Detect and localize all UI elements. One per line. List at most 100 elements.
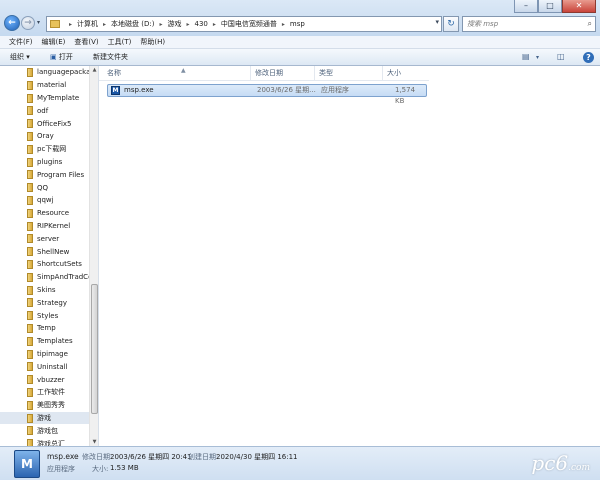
nav-folder-label: ShortcutSets bbox=[37, 260, 82, 269]
nav-folder-item[interactable]: 工作软件 bbox=[0, 386, 89, 399]
file-row[interactable]: M msp.exe 2003/6/26 星期... 应用程序 1,574 KB bbox=[107, 84, 427, 105]
view-options-dropdown-icon[interactable]: ▾ bbox=[536, 54, 539, 61]
recent-pages-dropdown-icon[interactable]: ▾ bbox=[37, 19, 40, 26]
menu-edit[interactable]: 编辑(E) bbox=[42, 36, 66, 48]
nav-folder-label: 美图秀秀 bbox=[37, 401, 65, 410]
command-toolbar: 组织 ▾ ▣ 打开 新建文件夹 ▤ ▾ ◫ ? bbox=[0, 49, 600, 66]
nav-folder-item[interactable]: ShortcutSets bbox=[0, 258, 89, 271]
breadcrumb-item[interactable]: 中国电信宽频通普 bbox=[221, 19, 277, 29]
file-list[interactable]: 名称 ▲ 修改日期 类型 大小 M msp.exe 2003/6/26 星期..… bbox=[98, 66, 600, 446]
column-date[interactable]: 修改日期 bbox=[251, 66, 315, 81]
menu-file[interactable]: 文件(F) bbox=[9, 36, 33, 48]
nav-scrollbar[interactable]: ▲ ▼ bbox=[89, 66, 98, 446]
folder-icon bbox=[27, 221, 33, 231]
menu-help[interactable]: 帮助(H) bbox=[140, 36, 165, 48]
address-field[interactable]: ▸ 计算机 ▸ 本地磁盘 (D:) ▸ 游戏 ▸ 430 ▸ 中国电信宽频通普 … bbox=[46, 16, 442, 32]
nav-folder-item[interactable]: vbuzzer bbox=[0, 373, 89, 386]
folder-icon bbox=[27, 298, 33, 308]
details-pane: M msp.exe 修改日期: 2003/6/26 星期四 20:41 创建日期… bbox=[0, 446, 600, 480]
nav-folder-item[interactable]: QQ bbox=[0, 181, 89, 194]
folder-icon bbox=[27, 119, 33, 129]
file-size: 1,574 KB bbox=[395, 86, 416, 105]
breadcrumb-item[interactable]: 计算机 bbox=[77, 19, 98, 29]
open-button[interactable]: ▣ 打开 bbox=[50, 49, 73, 66]
column-name-label: 名称 bbox=[107, 69, 121, 77]
nav-folder-item[interactable]: Uninstall bbox=[0, 360, 89, 373]
chevron-right-icon[interactable]: ▸ bbox=[69, 21, 72, 28]
nav-folder-label: 工作软件 bbox=[37, 388, 65, 397]
chevron-right-icon[interactable]: ▸ bbox=[103, 21, 106, 28]
nav-folder-item[interactable]: 游戏总汇 bbox=[0, 437, 89, 446]
nav-folder-item[interactable]: Templates bbox=[0, 335, 89, 348]
nav-folder-item[interactable]: 游戏包 bbox=[0, 424, 89, 437]
address-dropdown-icon[interactable]: ▾ bbox=[435, 18, 439, 26]
nav-folder-item[interactable]: server bbox=[0, 232, 89, 245]
nav-folder-item[interactable]: Temp bbox=[0, 322, 89, 335]
menu-view[interactable]: 查看(V) bbox=[74, 36, 98, 48]
scrollbar-thumb[interactable] bbox=[91, 284, 98, 414]
nav-folder-label: material bbox=[37, 81, 67, 90]
breadcrumb-item[interactable]: 430 bbox=[195, 20, 208, 28]
nav-folder-item[interactable]: pc下载网 bbox=[0, 143, 89, 156]
menu-bar: 文件(F) 编辑(E) 查看(V) 工具(T) 帮助(H) bbox=[0, 36, 600, 49]
search-input[interactable]: 搜索 msp ⌕ bbox=[462, 16, 596, 32]
forward-button[interactable]: → bbox=[21, 16, 35, 30]
nav-folder-item[interactable]: MyTemplate bbox=[0, 92, 89, 105]
nav-folder-item[interactable]: Styles bbox=[0, 309, 89, 322]
nav-folder-item[interactable]: ShellNew bbox=[0, 245, 89, 258]
nav-folder-item[interactable]: tipimage bbox=[0, 348, 89, 361]
open-label: 打开 bbox=[58, 53, 73, 61]
nav-folder-item[interactable]: Resource bbox=[0, 207, 89, 220]
folder-icon bbox=[27, 157, 33, 167]
file-name: msp.exe bbox=[124, 86, 154, 94]
nav-folder-item[interactable]: Skins bbox=[0, 284, 89, 297]
back-button[interactable]: ← bbox=[4, 15, 20, 31]
nav-folder-label: pc下载网 bbox=[37, 145, 67, 154]
column-type[interactable]: 类型 bbox=[315, 66, 383, 81]
file-type: 应用程序 bbox=[321, 86, 349, 94]
minimize-button[interactable]: – bbox=[514, 0, 538, 13]
chevron-right-icon[interactable]: ▸ bbox=[159, 21, 162, 28]
nav-folder-item[interactable]: Strategy bbox=[0, 296, 89, 309]
organize-button[interactable]: 组织 ▾ bbox=[10, 49, 30, 66]
maximize-button[interactable]: □ bbox=[538, 0, 562, 13]
close-button[interactable]: ✕ bbox=[562, 0, 596, 13]
application-icon: M bbox=[111, 86, 120, 95]
nav-folder-item[interactable]: 游戏 bbox=[0, 411, 89, 425]
nav-folder-item[interactable]: Oray bbox=[0, 130, 89, 143]
details-size-label: 大小: bbox=[92, 465, 109, 473]
chevron-right-icon[interactable]: ▸ bbox=[186, 21, 189, 28]
nav-folder-item[interactable]: Program Files bbox=[0, 168, 89, 181]
nav-folder-item[interactable]: SimpAndTradCo bbox=[0, 271, 89, 284]
help-icon[interactable]: ? bbox=[583, 52, 594, 63]
back-arrow-icon: ← bbox=[8, 18, 16, 28]
navigation-pane[interactable]: languagepacka material MyTemplate odf Office… bbox=[0, 66, 89, 446]
nav-folder-item[interactable]: qqwj bbox=[0, 194, 89, 207]
menu-tools[interactable]: 工具(T) bbox=[108, 36, 132, 48]
address-bar-area: ← → ▾ – □ ✕ ▸ 计算机 ▸ 本地磁盘 (D:) ▸ 游戏 ▸ 430… bbox=[0, 0, 600, 36]
refresh-button[interactable]: ↻ bbox=[443, 16, 459, 32]
nav-folder-item[interactable]: languagepacka bbox=[0, 66, 89, 79]
view-options-icon[interactable]: ▤ bbox=[522, 52, 530, 61]
open-icon: ▣ bbox=[50, 53, 57, 61]
chevron-right-icon[interactable]: ▸ bbox=[213, 21, 216, 28]
nav-folder-item[interactable]: plugins bbox=[0, 156, 89, 169]
breadcrumb-item[interactable]: 本地磁盘 (D:) bbox=[111, 19, 154, 29]
nav-folder-item[interactable]: 美图秀秀 bbox=[0, 399, 89, 412]
chevron-right-icon[interactable]: ▸ bbox=[282, 21, 285, 28]
folder-icon bbox=[27, 362, 33, 372]
preview-pane-icon[interactable]: ◫ bbox=[557, 52, 565, 61]
new-folder-button[interactable]: 新建文件夹 bbox=[93, 49, 128, 66]
breadcrumb-item[interactable]: 游戏 bbox=[167, 19, 181, 29]
column-name[interactable]: 名称 ▲ bbox=[103, 66, 251, 81]
nav-folder-item[interactable]: OfficeFix5 bbox=[0, 117, 89, 130]
nav-folder-item[interactable]: odf bbox=[0, 104, 89, 117]
folder-icon bbox=[27, 93, 33, 103]
nav-folder-item[interactable]: material bbox=[0, 79, 89, 92]
nav-folder-item[interactable]: RIPKernel bbox=[0, 220, 89, 233]
nav-folder-label: 游戏总汇 bbox=[37, 439, 65, 447]
column-size[interactable]: 大小 bbox=[383, 66, 429, 81]
folder-icon bbox=[27, 195, 33, 205]
watermark-logo: pc6.com bbox=[531, 451, 590, 475]
breadcrumb-item[interactable]: msp bbox=[290, 20, 305, 28]
